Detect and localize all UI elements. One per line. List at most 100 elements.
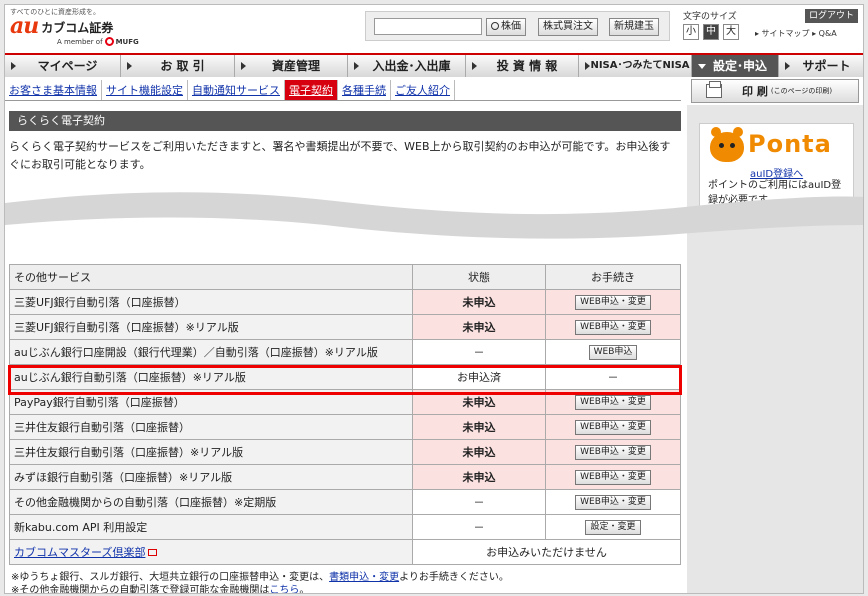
row-status: お申込済 [412, 364, 546, 390]
header-procedure: お手続き [545, 264, 681, 290]
institutions-link[interactable]: こちら [269, 585, 299, 593]
table-row: 三菱UFJ銀行自動引落（口座振替）※リアル版 未申込 WEB申込・変更 [9, 314, 681, 340]
font-large-button[interactable]: 大 [723, 24, 739, 40]
row-procedure: WEB申込・変更 [545, 289, 681, 315]
sitemap-qa-links[interactable]: ▸ サイトマップ ▸ Q&A [755, 28, 837, 39]
footnote-text: 。 [299, 585, 310, 594]
section-title: らくらく電子契約 [9, 111, 681, 131]
web-apply-button[interactable]: WEB申込 [588, 345, 638, 360]
row-status: － [412, 489, 546, 515]
row-service-name: auじぶん銀行口座開設（銀行代理業）／自動引落（口座振替）※リアル版 [9, 339, 413, 365]
logout-button[interactable]: ログアウト [805, 9, 859, 23]
row-status: 未申込 [412, 314, 546, 340]
mufg-member: A member of MUFG [57, 37, 139, 46]
services-table: その他サービス 状態 お手続き 三菱UFJ銀行自動引落（口座振替） 未申込 WE… [9, 264, 681, 565]
site-logo[interactable]: au カブコム証券 [10, 15, 114, 37]
global-nav: マイページ お 取 引 資産管理 入出金･入出庫 投 資 情 報 NISA･つみ… [5, 53, 863, 77]
subnav-customer-info[interactable]: お客さま基本情報 [5, 79, 102, 100]
footnote-text: ※ゆうちょ銀行、スルガ銀行、大垣共立銀行の口座振替申込・変更は、 [11, 572, 330, 583]
external-window-icon [148, 549, 158, 556]
font-medium-button[interactable]: 中 [703, 24, 719, 40]
row-procedure: 設定・変更 [545, 514, 681, 540]
api-setting-button[interactable]: 設定・変更 [585, 520, 641, 535]
footnote-text: よりお手続きください。 [399, 572, 509, 583]
search-icon [491, 22, 499, 30]
row-status: － [412, 339, 546, 365]
stock-search-input[interactable] [374, 18, 482, 35]
table-row: 三菱UFJ銀行自動引落（口座振替） 未申込 WEB申込・変更 [9, 289, 681, 315]
section-intro: らくらく電子契約サービスをご利用いただきますと、署名や書類提出が不要で、WEB上… [9, 140, 671, 171]
row-status: 未申込 [412, 289, 546, 315]
member-prefix: A member of [57, 37, 103, 46]
font-small-button[interactable]: 小 [683, 24, 699, 40]
ponta-brand: Ponta [748, 130, 832, 158]
row-service-name: auじぶん銀行自動引落（口座振替）※リアル版 [9, 364, 413, 390]
arrow-right-icon [785, 62, 790, 70]
logo-name: カブコム証券 [41, 21, 114, 35]
print-button[interactable]: 印 刷 (このページの印刷) [691, 79, 859, 103]
subnav-referral[interactable]: ご友人紹介 [391, 79, 455, 100]
row-procedure: WEB申込 [545, 339, 681, 365]
gnav-nisa[interactable]: NISA･つみたてNISA [579, 55, 692, 77]
subnav-e-contract[interactable]: 電子契約 [285, 79, 338, 100]
site-header: すべてのひとに資産形成を。 au カブコム証券 A member of MUFG… [5, 5, 863, 51]
gnav-label: 入出金･入出庫 [372, 59, 451, 73]
table-header-row: その他サービス 状態 お手続き [9, 264, 681, 290]
row-procedure: WEB申込・変更 [545, 464, 681, 490]
gnav-label: 設定･申込 [712, 59, 767, 73]
member-brand: MUFG [115, 37, 139, 46]
row-status: 未申込 [412, 464, 546, 490]
gnav-assets[interactable]: 資産管理 [235, 55, 348, 77]
table-row-highlighted: auじぶん銀行自動引落（口座振替）※リアル版 お申込済 － [9, 364, 681, 390]
web-apply-button[interactable]: WEB申込・変更 [575, 395, 651, 410]
row-status: 未申込 [412, 414, 546, 440]
subnav-site-settings[interactable]: サイト機能設定 [102, 79, 188, 100]
gnav-mypage[interactable]: マイページ [5, 55, 121, 77]
row-service-name: 三菱UFJ銀行自動引落（口座振替）※リアル版 [9, 314, 413, 340]
subnav-procedures[interactable]: 各種手続 [338, 79, 391, 100]
footnote-text: ※その他金融機関からの自動引落で登録可能な金融機関は [11, 585, 270, 594]
row-procedure: WEB申込・変更 [545, 489, 681, 515]
web-apply-button[interactable]: WEB申込・変更 [575, 470, 651, 485]
row-status: － [412, 514, 546, 540]
web-apply-button[interactable]: WEB申込・変更 [575, 320, 651, 335]
stock-price-button[interactable]: 株価 [486, 18, 526, 36]
print-label: 印 刷 [742, 85, 768, 98]
gnav-settings[interactable]: 設定･申込 [692, 55, 779, 77]
row-service-name: 新kabu.com API 利用設定 [9, 514, 413, 540]
stock-price-label: 株価 [501, 21, 521, 32]
table-row: 新kabu.com API 利用設定 － 設定・変更 [9, 514, 681, 540]
web-apply-button[interactable]: WEB申込・変更 [575, 295, 651, 310]
row-service-name: PayPay銀行自動引落（口座振替） [9, 389, 413, 415]
row-procedure: WEB申込・変更 [545, 389, 681, 415]
gnav-trade[interactable]: お 取 引 [121, 55, 235, 77]
gnav-invest-info[interactable]: 投 資 情 報 [466, 55, 579, 77]
gnav-label: サポート [802, 59, 851, 73]
table-row: PayPay銀行自動引落（口座振替） 未申込 WEB申込・変更 [9, 389, 681, 415]
header-status: 状態 [412, 264, 546, 290]
gnav-deposit[interactable]: 入出金･入出庫 [348, 55, 466, 77]
printer-icon [706, 81, 722, 98]
arrow-right-icon [127, 62, 132, 70]
web-apply-button[interactable]: WEB申込・変更 [575, 445, 651, 460]
stock-order-button[interactable]: 株式買注文 [538, 18, 598, 36]
arrow-right-icon [354, 62, 359, 70]
gnav-label: お 取 引 [160, 59, 205, 73]
subnav-auto-notify[interactable]: 自動通知サービス [188, 79, 285, 100]
quick-search-box: 株価 株式買注文 新規建玉 [365, 11, 670, 41]
gnav-label: 資産管理 [271, 59, 320, 73]
paper-application-link[interactable]: 書類申込・変更 [329, 572, 399, 583]
table-row: みずほ銀行自動引落（口座振替）※リアル版 未申込 WEB申込・変更 [9, 464, 681, 490]
row-procedure: WEB申込・変更 [545, 439, 681, 465]
web-apply-button[interactable]: WEB申込・変更 [575, 420, 651, 435]
arrow-right-icon [472, 62, 477, 70]
gnav-label: NISA･つみたてNISA [590, 60, 690, 71]
masters-club-link[interactable]: カブコムマスターズ倶楽部 [14, 546, 145, 559]
new-margin-button[interactable]: 新規建玉 [609, 18, 659, 36]
gnav-support[interactable]: サポート [779, 55, 863, 77]
web-apply-button[interactable]: WEB申込・変更 [575, 495, 651, 510]
table-row: カブコムマスターズ倶楽部 お申込みいただけません [9, 539, 681, 565]
row-service-name: その他金融機関からの自動引落（口座振替）※定期版 [9, 489, 413, 515]
footnote-line: ※ゆうちょ銀行、スルガ銀行、大垣共立銀行の口座振替申込・変更は、書類申込・変更よ… [11, 571, 681, 584]
table-row: auじぶん銀行口座開設（銀行代理業）／自動引落（口座振替）※リアル版 － WEB… [9, 339, 681, 365]
